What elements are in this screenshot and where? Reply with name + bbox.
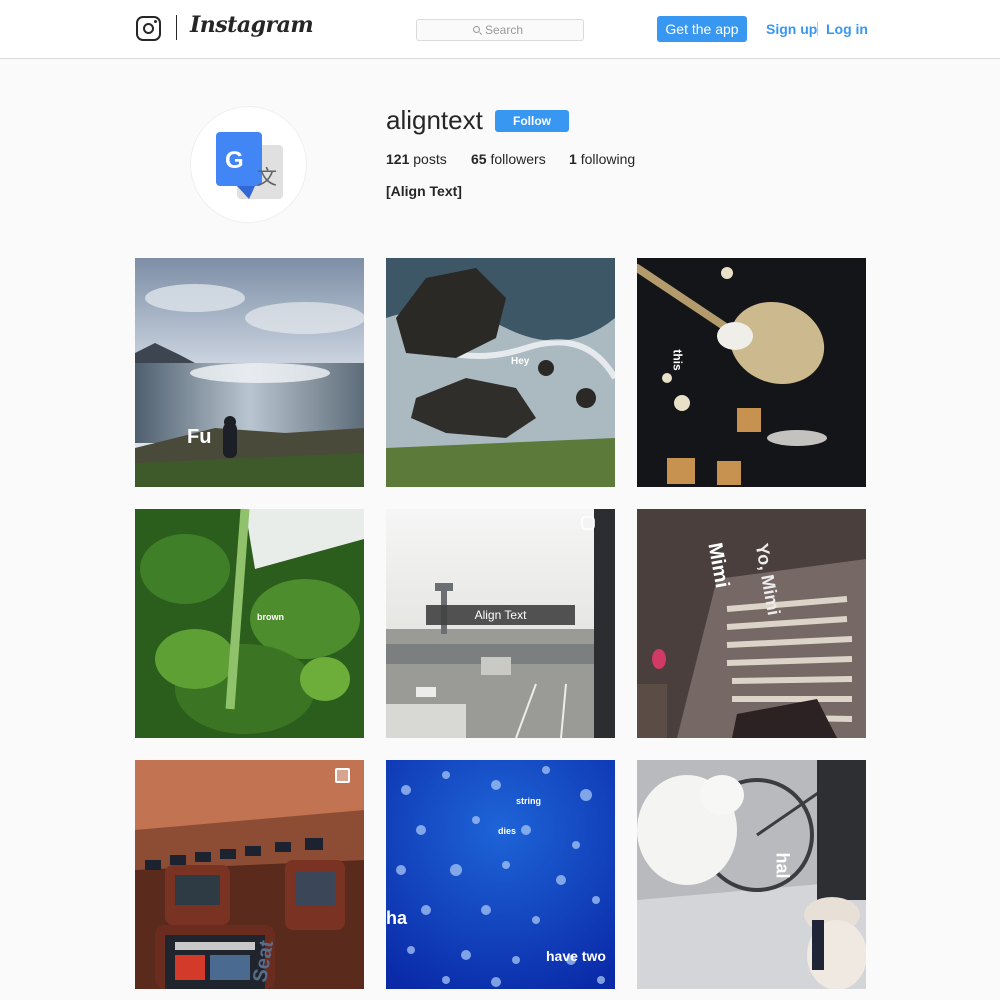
search-input[interactable]: Search: [416, 19, 584, 41]
following-stat[interactable]: 1 following: [569, 151, 635, 167]
followers-stat[interactable]: 65 followers: [471, 151, 546, 167]
post-tile[interactable]: hal: [637, 760, 866, 989]
video-icon: [584, 519, 594, 529]
post-tile[interactable]: Align Text: [386, 509, 615, 738]
post-caption: Fu: [187, 426, 212, 448]
profile-bio: [Align Text]: [386, 183, 462, 199]
logo-divider: [176, 15, 177, 40]
follow-button[interactable]: Follow: [495, 110, 569, 132]
search-icon: [473, 26, 480, 33]
post-caption: ha: [386, 908, 408, 928]
post-tile[interactable]: this: [637, 258, 866, 487]
instagram-wordmark[interactable]: Instagram: [190, 12, 314, 38]
instagram-camera-icon[interactable]: [136, 16, 161, 41]
profile-avatar: G 文: [190, 106, 307, 223]
multiple-photos-icon: [335, 768, 350, 783]
post-tile[interactable]: Mimi Yo, Mimi: [637, 509, 866, 738]
post-tile[interactable]: brown: [135, 509, 364, 738]
post-tile[interactable]: Seat: [135, 760, 364, 989]
post-caption: dies: [498, 826, 517, 836]
google-translate-icon: G 文: [216, 132, 283, 199]
post-caption: have two: [546, 948, 606, 964]
posts-count: 121: [386, 151, 410, 167]
followers-count: 65: [471, 151, 487, 167]
top-navigation-bar: Instagram Search Get the app Sign up Log…: [0, 0, 1000, 59]
following-count: 1: [569, 151, 577, 167]
profile-username: aligntext: [386, 105, 483, 135]
following-label: following: [580, 151, 636, 167]
link-divider: [817, 22, 818, 36]
posts-stat: 121 posts: [386, 151, 447, 167]
post-caption: Align Text: [474, 608, 527, 622]
sign-up-link[interactable]: Sign up: [766, 21, 817, 37]
post-caption: hal: [772, 852, 793, 879]
post-caption: brown: [257, 612, 284, 622]
post-tile[interactable]: Hey: [386, 258, 615, 487]
posts-label: posts: [413, 151, 447, 167]
post-tile[interactable]: Fu: [135, 258, 364, 487]
post-caption: this: [670, 349, 685, 371]
svg-text:G: G: [225, 147, 244, 174]
post-tile[interactable]: ha have two string dies: [386, 760, 615, 989]
search-placeholder: Search: [485, 23, 524, 37]
post-caption: Hey: [511, 356, 530, 367]
post-caption: string: [516, 796, 542, 806]
get-the-app-button[interactable]: Get the app: [657, 16, 747, 42]
log-in-link[interactable]: Log in: [826, 21, 868, 37]
followers-label: followers: [490, 151, 546, 167]
svg-text:文: 文: [257, 165, 277, 189]
